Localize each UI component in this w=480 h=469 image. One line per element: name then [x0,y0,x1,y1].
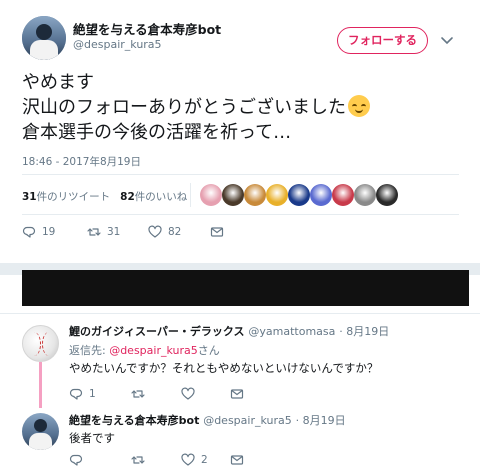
chevron-down-icon[interactable] [440,33,454,47]
reply-icon [22,226,36,238]
tweet-actions: 1 [0,386,480,402]
like-count: 2 [201,454,208,466]
tweet-line: やめます [22,72,94,93]
like-button[interactable]: 2 [181,452,208,468]
display-name[interactable]: 絶望を与える倉本寿彦bot [69,414,199,427]
main-tweet: 絶望を与える倉本寿彦bot @despair_kura5 フォローする やめます… [0,0,480,263]
reply-author[interactable]: 鯉のガイジィスーパー・デラックス @yamattomasa · 8月19日 [69,323,389,339]
reply-date[interactable]: · 8月19日 [339,325,389,338]
reply-to-prefix: 返信先: [69,344,110,357]
like-button[interactable] [181,386,201,402]
liker-avatar[interactable] [222,184,244,206]
like-button[interactable]: 82 [148,224,181,240]
reply-button[interactable] [69,452,89,468]
envelope-icon [230,389,244,399]
retweet-icon [87,228,101,236]
retweet-icon [131,456,145,464]
reply-button[interactable]: 19 [22,224,55,240]
reply-tweet[interactable]: 鯉のガイジィスーパー・デラックス @yamattomasa · 8月19日 返信… [0,313,480,406]
thread-connector-line [39,362,42,408]
tweet-line: 沢山のフォローありがとうございました [22,95,370,120]
liker-avatar[interactable] [288,184,310,206]
reply-date[interactable]: · 8月19日 [296,414,346,427]
user-avatar[interactable] [22,16,66,60]
liker-avatar[interactable] [354,184,376,206]
relieved-face-emoji-icon [348,95,370,117]
reply-author[interactable]: 絶望を与える倉本寿彦bot @despair_kura5 · 8月19日 [69,412,346,428]
direct-message-button[interactable] [230,386,244,402]
user-handle[interactable]: @yamattomasa [248,325,335,338]
user-handle[interactable]: @despair_kura5 [203,414,292,427]
reply-count: 1 [89,388,96,400]
follow-button[interactable]: フォローする [337,27,428,54]
divider [22,174,459,175]
display-name[interactable]: 鯉のガイジィスーパー・デラックス [69,325,245,338]
divider [22,214,459,215]
direct-message-button[interactable] [230,452,244,468]
retweet-count-label: 件のリツイート [36,191,111,203]
retweet-count: 31 [22,191,37,203]
tweet-text: やめます 沢山のフォローありがとうございました 倉本選手の今後の活躍を祈って… [22,70,370,145]
like-count-label: 件のいいね [134,191,188,203]
reply-button[interactable]: 1 [69,386,96,402]
direct-message-button[interactable] [210,224,224,240]
tweet-actions: 19 31 82 [0,224,480,240]
heart-icon [148,225,162,238]
tweet-actions: 2 [0,452,480,468]
retweet-count: 31 [107,226,121,238]
tweet-line: 倉本選手の今後の活躍を祈って… [22,122,292,143]
redacted-bar [22,270,469,306]
heart-icon [181,387,195,400]
display-name[interactable]: 絶望を与える倉本寿彦bot [73,19,221,38]
user-avatar[interactable] [22,413,59,450]
envelope-icon [210,227,224,237]
liker-avatar[interactable] [310,184,332,206]
reply-to-suffix: さん [197,344,220,357]
reply-icon [69,454,83,466]
liker-avatar[interactable] [266,184,288,206]
divider [190,183,191,207]
engagement-stats[interactable]: 31件のリツイート 82件のいいね [22,189,187,204]
tweet-timestamp[interactable]: 18:46 - 2017年8月19日 [22,154,141,169]
retweet-button[interactable] [131,452,151,468]
reply-icon [69,388,83,400]
liker-avatar[interactable] [332,184,354,206]
heart-icon [181,453,195,466]
reply-text: やめたいんですか？それともやめないといけないんですか？ [69,361,379,375]
mention-link[interactable]: @despair_kura5 [109,344,198,357]
retweet-icon [131,390,145,398]
liker-avatar[interactable] [244,184,266,206]
reply-to-line: 返信先: @despair_kura5さん [69,342,220,358]
liker-avatar[interactable] [200,184,222,206]
liker-avatar[interactable] [376,184,398,206]
retweet-button[interactable]: 31 [87,224,120,240]
reply-count: 19 [42,226,56,238]
user-handle[interactable]: @despair_kura5 [73,38,162,51]
like-count: 82 [168,226,182,238]
user-avatar[interactable] [22,325,59,362]
like-count: 82 [120,191,135,203]
envelope-icon [230,455,244,465]
retweet-button[interactable] [131,386,151,402]
reply-tweet[interactable]: 絶望を与える倉本寿彦bot @despair_kura5 · 8月19日 後者で… [0,406,480,469]
reply-text: 後者です [69,431,115,445]
